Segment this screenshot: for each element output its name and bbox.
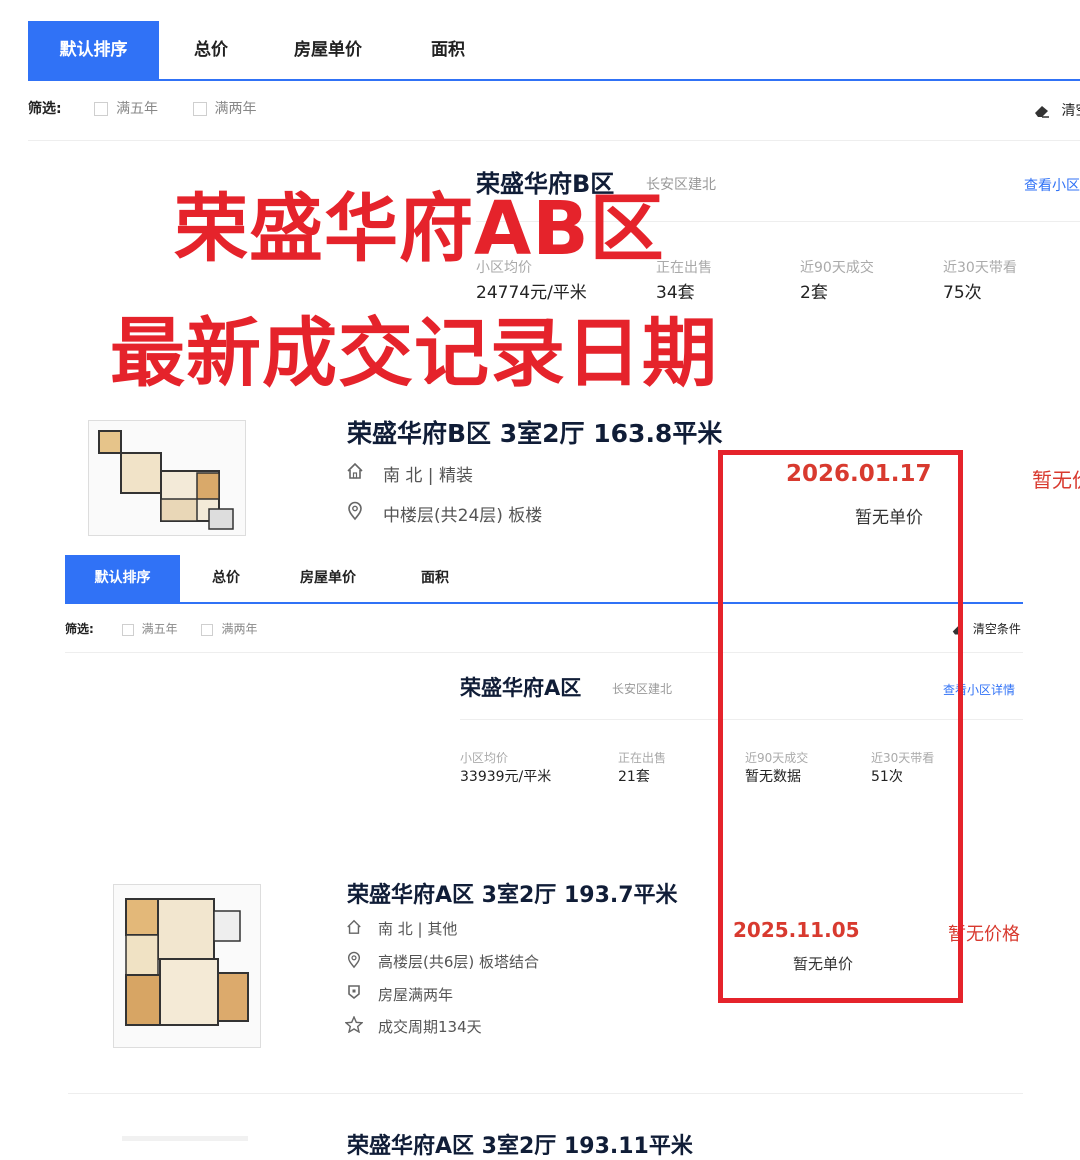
filter-five-year[interactable]: 满五年 [121,622,178,636]
filter-bar-2: 筛选: 满五年 满两年 [65,622,258,636]
tab-unit-price[interactable]: 房屋单价 [300,555,356,602]
filter-label: 筛选: [28,101,62,117]
checkbox[interactable] [192,102,207,116]
stat-value: 2套 [800,283,828,303]
shield-icon [348,985,360,1000]
tab-total-price[interactable]: 总价 [194,21,228,79]
filter-bar: 筛选: 满五年 满两年 [28,98,257,118]
listing-cycle: 成交周期134天 [378,1018,482,1036]
checkbox[interactable] [201,623,214,636]
stat-label: 小区均价 [460,751,509,765]
view-community-link[interactable]: 查看小区 [1024,175,1080,195]
eraser-icon [1035,106,1049,118]
filter-five-year[interactable]: 满五年 [94,101,158,117]
location-pin-icon [348,501,362,521]
stat-label: 近90天成交 [800,260,874,276]
total-price: 暂无价 [1032,468,1080,492]
stat-label: 正在出售 [618,751,667,765]
filter-two-year[interactable]: 满两年 [192,101,257,117]
stat-value: 75次 [943,283,982,303]
listing-orientation: 南 北 | 其他 [378,920,458,938]
listing-title[interactable]: 荣盛华府B区 3室2厅 163.8平米 [347,414,722,450]
listing-title[interactable]: 荣盛华府A区 3室2厅 193.7平米 [347,877,678,909]
house-icon [347,919,361,934]
tab-unit-price[interactable]: 房屋单价 [294,21,362,79]
stat-label: 近30天带看 [943,260,1017,276]
checkbox[interactable] [121,623,134,636]
tab-area[interactable]: 面积 [431,21,465,79]
location-pin-icon [347,951,361,969]
listing-orientation: 南 北 | 精装 [383,466,473,486]
floor-plan-image[interactable] [122,1136,248,1141]
floor-plan-image[interactable] [113,884,261,1048]
tab-default-sort[interactable]: 默认排序 [65,555,180,602]
tab-area[interactable]: 面积 [421,555,449,602]
checkbox[interactable] [94,102,109,116]
sort-tab-bar: 默认排序 总价 房屋单价 面积 [28,21,1080,81]
stat-value: 21套 [618,769,650,785]
overlay-subheadline: 最新成交记录日期 [110,309,719,397]
highlight-box [718,450,963,1003]
overlay-headline: 荣盛华府AB区 [174,186,665,272]
community-title[interactable]: 荣盛华府A区 [460,672,581,702]
community-district: 长安区建北 [612,682,673,696]
star-icon [345,1016,363,1033]
listing-tag: 房屋满两年 [378,986,454,1004]
divider [28,140,1080,141]
divider [68,1093,1023,1094]
floor-plan-image[interactable] [88,420,246,536]
listing-floor: 高楼层(共6层) 板塔结合 [378,953,540,971]
stat-value: 24774元/平米 [476,283,587,303]
tab-default-sort[interactable]: 默认排序 [28,21,159,79]
stat-value: 34套 [656,283,695,303]
clear-filters-button[interactable]: 清空 [1033,100,1080,120]
listing-floor: 中楼层(共24层) 板楼 [383,506,543,526]
listing-title-next[interactable]: 荣盛华府A区 3室2厅 193.11平米 [347,1128,693,1160]
stat-value: 33939元/平米 [460,769,552,785]
tab-total-price[interactable]: 总价 [212,555,240,602]
filter-two-year[interactable]: 满两年 [201,622,258,636]
house-icon [347,462,363,479]
